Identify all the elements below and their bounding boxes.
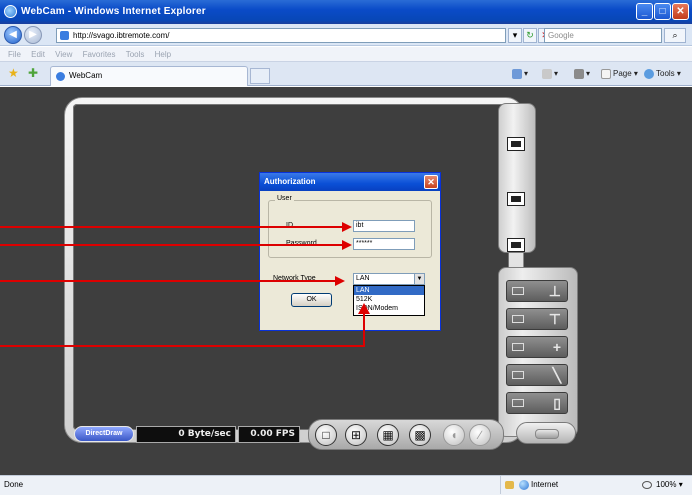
minimize-button[interactable]: _ — [636, 3, 653, 20]
new-tab-button[interactable] — [250, 68, 270, 84]
user-group-label: User — [275, 195, 294, 202]
network-option-512k[interactable]: 512K — [354, 295, 424, 304]
network-type-label: Network Type — [273, 275, 316, 282]
network-option-lan[interactable]: LAN — [354, 286, 424, 295]
record-icon[interactable] — [507, 238, 525, 252]
pan-icon: + — [552, 339, 561, 355]
maximize-button[interactable]: □ — [654, 3, 671, 20]
url-input[interactable]: http://svago.ibtremote.com/ — [56, 28, 506, 43]
camera-mini-icon — [512, 343, 524, 351]
globe-icon — [519, 480, 529, 490]
bitrate-display: 0 Byte/sec — [136, 426, 236, 443]
focus-icon: ⊥ — [548, 283, 561, 299]
tab-title: WebCam — [69, 71, 103, 80]
ptz-pill-button[interactable] — [516, 422, 576, 444]
control-panel: ⊥ ⊤ + ╲ ▯ — [498, 267, 578, 437]
camera-mini-icon — [512, 287, 524, 295]
fps-display: 0.00 FPS — [238, 426, 300, 443]
zoom-icon — [642, 481, 652, 489]
network-type-value: LAN — [356, 275, 370, 282]
camera-mini-icon — [512, 371, 524, 379]
menu-edit[interactable]: Edit — [31, 50, 45, 59]
settings-icon: ▯ — [553, 395, 561, 411]
print-button[interactable]: ▾ — [574, 68, 590, 80]
feeds-button[interactable]: ▾ — [542, 68, 558, 80]
control-button-3[interactable]: + — [506, 336, 568, 358]
tools-menu[interactable]: Tools ▾ — [644, 68, 681, 80]
url-text: http://svago.ibtremote.com/ — [73, 31, 170, 40]
id-label: ID — [286, 222, 293, 229]
status-text: Done — [4, 480, 24, 489]
id-input[interactable]: ibt — [353, 220, 415, 232]
side-tool-column — [498, 103, 536, 253]
password-label: Password — [286, 240, 317, 247]
camera-mini-icon — [512, 315, 524, 323]
control-button-2[interactable]: ⊤ — [506, 308, 568, 330]
tab-bar: ★ ✚ WebCam ▾ ▾ ▾ Page ▾ Tools ▾ — [0, 62, 692, 86]
tools-menu-label: Tools — [656, 69, 675, 78]
search-icon[interactable]: ⌕ — [664, 28, 686, 43]
search-input[interactable]: Google — [544, 28, 662, 43]
single-view-icon[interactable]: □ — [315, 424, 337, 446]
tilt-icon: ⊤ — [548, 311, 561, 327]
ie-logo-icon — [4, 5, 17, 18]
password-input[interactable]: ****** — [353, 238, 415, 250]
forward-button[interactable]: ▶ — [24, 26, 42, 44]
gear-icon — [644, 68, 654, 79]
page-icon — [601, 68, 611, 79]
address-bar: ◀ ▶ http://svago.ibtremote.com/ ▾ ↻ ✕ Go… — [0, 24, 692, 46]
quad-view-icon[interactable]: ⊞ — [345, 424, 367, 446]
zoom-icon: ╲ — [552, 367, 561, 383]
window-titlebar: WebCam - Windows Internet Explorer _ □ ✕ — [0, 0, 692, 24]
network-option-isdn[interactable]: ISDN/Modem — [354, 304, 424, 313]
menu-favorites[interactable]: Favorites — [83, 50, 116, 59]
tab-webcam[interactable]: WebCam — [50, 66, 248, 86]
tab-page-icon — [56, 72, 65, 81]
security-zone: Internet — [500, 476, 630, 494]
render-mode-button[interactable]: DirectDraw — [74, 426, 134, 442]
window-title: WebCam - Windows Internet Explorer — [21, 6, 206, 17]
zone-label: Internet — [531, 480, 559, 489]
authorization-dialog: Authorization ✕ User ID ibt Password ***… — [259, 172, 441, 331]
control-button-4[interactable]: ╲ — [506, 364, 568, 386]
back-button[interactable]: ◀ — [4, 26, 22, 44]
network-type-select[interactable]: LAN ▼ — [353, 273, 425, 285]
refresh-icon[interactable]: ↻ — [523, 28, 537, 43]
menu-bar: File Edit View Favorites Tools Help — [0, 47, 692, 62]
nine-view-icon[interactable]: ▦ — [377, 424, 399, 446]
pen-icon[interactable]: ∕ — [469, 424, 491, 446]
camera-mini-icon — [512, 399, 524, 407]
menu-file[interactable]: File — [8, 50, 21, 59]
add-favorite-icon[interactable]: ✚ — [28, 67, 38, 79]
page-icon — [60, 31, 69, 40]
sixteen-view-icon[interactable]: ▩ — [409, 424, 431, 446]
url-dropdown-button[interactable]: ▾ — [508, 28, 522, 43]
zoom-control[interactable]: 100% ▾ — [640, 476, 683, 494]
status-bar: Done Internet 100% ▾ — [0, 475, 692, 495]
dialog-title: Authorization — [260, 173, 440, 191]
close-window-button[interactable]: ✕ — [672, 3, 689, 20]
lock-icon — [505, 481, 514, 489]
menu-help[interactable]: Help — [155, 50, 171, 59]
fullscreen-icon[interactable] — [507, 192, 525, 206]
snapshot-icon[interactable] — [507, 137, 525, 151]
page-menu-label: Page — [613, 69, 632, 78]
menu-view[interactable]: View — [55, 50, 72, 59]
ok-button[interactable]: OK — [291, 293, 332, 307]
home-button[interactable]: ▾ — [512, 68, 528, 80]
web-content: ⊥ ⊤ + ╲ ▯ DirectDraw 0 Byte/sec 0.00 FPS… — [0, 87, 692, 475]
menu-tools[interactable]: Tools — [126, 50, 145, 59]
player-status-strip: DirectDraw 0 Byte/sec 0.00 FPS □ ⊞ ▦ ▩ ◖… — [64, 419, 578, 450]
chevron-down-icon[interactable]: ▼ — [414, 274, 424, 284]
control-button-1[interactable]: ⊥ — [506, 280, 568, 302]
network-type-list: LAN 512K ISDN/Modem — [353, 285, 425, 316]
speaker-icon[interactable]: ◖ — [443, 424, 465, 446]
layout-toolbar: □ ⊞ ▦ ▩ ◖ ∕ — [308, 419, 504, 450]
favorites-star-icon[interactable]: ★ — [8, 67, 19, 79]
dialog-close-button[interactable]: ✕ — [424, 175, 438, 189]
control-button-5[interactable]: ▯ — [506, 392, 568, 414]
page-menu[interactable]: Page ▾ — [601, 68, 638, 80]
zoom-level: 100% — [656, 480, 677, 489]
